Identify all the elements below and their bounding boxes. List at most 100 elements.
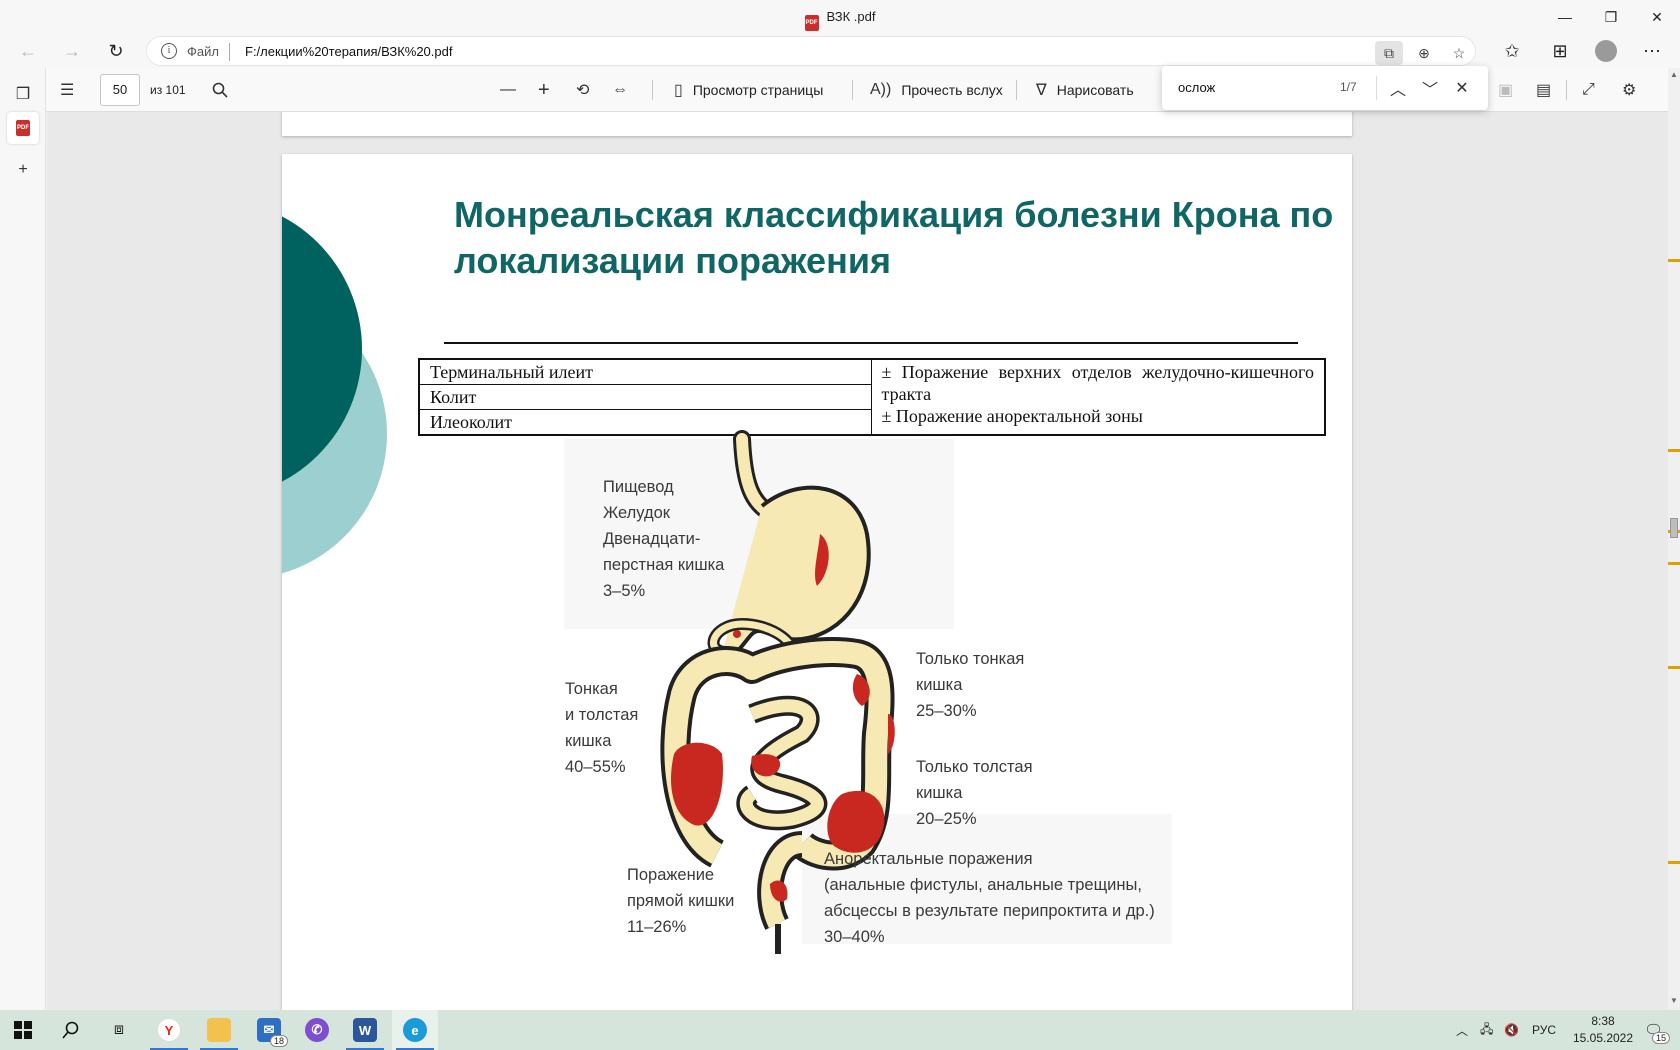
colon-lesion [827, 790, 885, 853]
task-view-button[interactable]: ⧈ [96, 1010, 142, 1050]
taskbar-search-button[interactable] [48, 1010, 94, 1050]
zoom-button[interactable]: ⊕ [1410, 41, 1438, 65]
windows-taskbar: ⧈ Y ✉ 18 ✆ W e ︿ 🖧 🔇 РУС 8:38 15.05.2022 … [0, 1010, 1680, 1050]
label-large-only: Только толстая кишка 20–25% [916, 758, 1033, 828]
page-view-icon: ▯ [674, 82, 683, 99]
add-favorite-button[interactable]: ☆ [1445, 41, 1473, 65]
zoom-in-button[interactable]: + [538, 68, 550, 112]
start-button[interactable] [0, 1010, 46, 1050]
star-add-icon: ☆ [1452, 44, 1466, 61]
avatar-icon [1595, 40, 1617, 62]
scroll-down-icon[interactable]: ▼ [1668, 996, 1680, 1005]
scroll-up-icon[interactable]: ▲ [1668, 70, 1680, 79]
fullscreen-button[interactable]: ⤢ [1582, 68, 1595, 112]
label-anorectal: Аноректальные поражения (анальные фистул… [824, 850, 1155, 946]
list-icon: ☰ [60, 82, 75, 99]
pdf-settings-button[interactable]: ⚙ [1622, 68, 1636, 112]
volume-status[interactable]: 🔇 [1504, 1010, 1519, 1050]
taskbar-app-yandex[interactable]: Y [146, 1010, 192, 1050]
restore-icon: ❐ [1604, 8, 1618, 25]
tab-pdf[interactable]: PDF [7, 112, 39, 144]
gi-tract-illustration [564, 430, 1172, 954]
back-button[interactable]: ← [12, 36, 44, 66]
tab-actions-icon: ❒ [15, 86, 31, 103]
vertical-scrollbar[interactable]: ▲ ▼ [1668, 68, 1680, 1010]
clock-date: 15.05.2022 [1572, 1031, 1634, 1045]
pdf-viewer[interactable]: Монреальская классификация болезни Крона… [47, 112, 1668, 1010]
label-upper-gi: Пищевод Желудок Двенадцати- перстная киш… [603, 478, 725, 600]
page-number-input[interactable]: 50 [100, 74, 140, 106]
network-status[interactable]: 🖧 [1480, 1010, 1493, 1050]
plus-icon: + [18, 161, 28, 178]
collections-icon: ⊞ [1552, 40, 1568, 61]
minimize-button[interactable]: — [1542, 0, 1588, 34]
forward-button[interactable]: → [56, 36, 88, 66]
new-tab-button[interactable]: + [7, 154, 39, 186]
search-hit-marker [1668, 666, 1680, 669]
taskbar-app-viber[interactable]: ✆ [294, 1010, 340, 1050]
search-hit-marker [1668, 259, 1680, 262]
close-icon: ✕ [1651, 8, 1663, 25]
zoom-out-button[interactable]: — [500, 68, 516, 112]
favorites-button[interactable]: ✩ [1496, 36, 1528, 66]
contents-button[interactable]: ☰ [60, 68, 74, 112]
pdf-tab-icon: PDF [16, 120, 30, 136]
read-aloud-label: Прочесть вслух [901, 82, 1003, 98]
taskbar-app-edge[interactable]: e [392, 1010, 438, 1050]
notification-center-button[interactable]: 🗨 15 [1644, 1010, 1671, 1050]
search-hit-marker [1668, 562, 1680, 565]
save-icon: ▣ [1498, 82, 1514, 99]
mail-badge: 18 [269, 1035, 288, 1047]
page-view-button[interactable]: ▯ Просмотр страницы [674, 68, 823, 112]
language-indicator[interactable]: РУС [1532, 1010, 1556, 1050]
tab-actions-button[interactable]: ❒ [7, 78, 39, 110]
page-total-label: из 101 [150, 83, 186, 97]
show-hidden-icons-button[interactable]: ︿ [1456, 1010, 1468, 1050]
read-aloud-button[interactable]: A)) Прочесть вслух [870, 68, 1003, 112]
find-previous-button[interactable]: ︿ [1384, 74, 1412, 102]
find-input[interactable]: ослож [1178, 80, 1215, 95]
system-clock[interactable]: 8:38 15.05.2022 [1568, 1013, 1638, 1047]
fit-page-button[interactable]: ⇔ [612, 68, 628, 112]
find-close-button[interactable]: ✕ [1448, 74, 1476, 102]
search-button[interactable] [202, 68, 238, 112]
yandex-browser-icon: Y [157, 1018, 181, 1042]
toolbar-divider [852, 80, 853, 100]
find-next-button[interactable]: ﹀ [1416, 74, 1444, 102]
back-arrow-icon: ← [19, 40, 37, 61]
read-mode-button[interactable]: ⧉ [1375, 41, 1403, 65]
word-icon: W [353, 1018, 377, 1042]
window-titlebar: PDF ВЗК .pdf — ❐ ✕ [0, 0, 1680, 34]
site-info-icon[interactable]: i [161, 43, 177, 59]
label-small-only: Только тонкая кишка 25–30% [916, 650, 1025, 720]
taskbar-app-mail[interactable]: ✉ 18 [246, 1010, 292, 1050]
taskbar-app-explorer[interactable] [196, 1010, 242, 1050]
chevron-up-icon: ︿ [1456, 1023, 1469, 1038]
save-as-button[interactable]: ▤ [1536, 68, 1551, 112]
draw-button[interactable]: ∇ Нарисовать [1036, 68, 1134, 112]
settings-more-button[interactable]: ⋯ [1636, 36, 1668, 66]
page-view-label: Просмотр страницы [692, 82, 824, 98]
task-view-icon: ⧈ [113, 1021, 125, 1038]
profile-button[interactable] [1590, 36, 1622, 66]
refresh-button[interactable]: ↻ [100, 36, 132, 66]
refresh-icon: ↻ [108, 40, 124, 61]
close-window-button[interactable]: ✕ [1634, 0, 1680, 34]
read-mode-icon: ⧉ [1384, 44, 1394, 61]
address-scheme-label: Файл [187, 44, 219, 59]
minimize-icon: — [1558, 9, 1572, 25]
window-title: PDF ВЗК .pdf [0, 9, 1680, 31]
save-button[interactable]: ▣ [1498, 68, 1513, 112]
address-url[interactable]: F:/лекции%20терапия/ВЗК%20.pdf [245, 44, 452, 59]
restore-button[interactable]: ❐ [1588, 0, 1634, 34]
network-icon: 🖧 [1480, 1021, 1494, 1036]
taskbar-app-word[interactable]: W [342, 1010, 388, 1050]
scrollbar-thumb[interactable] [1670, 518, 1678, 538]
rotate-button[interactable]: ⟲ [576, 68, 589, 112]
toolbar-divider [652, 80, 653, 100]
windows-logo-icon [14, 1021, 32, 1039]
notification-icon: 🗨 15 [1644, 1021, 1671, 1044]
search-hit-marker [1668, 449, 1680, 452]
address-bar[interactable]: i Файл F:/лекции%20терапия/ВЗК%20.pdf ⧉ … [146, 36, 1476, 66]
collections-button[interactable]: ⊞ [1544, 36, 1576, 66]
